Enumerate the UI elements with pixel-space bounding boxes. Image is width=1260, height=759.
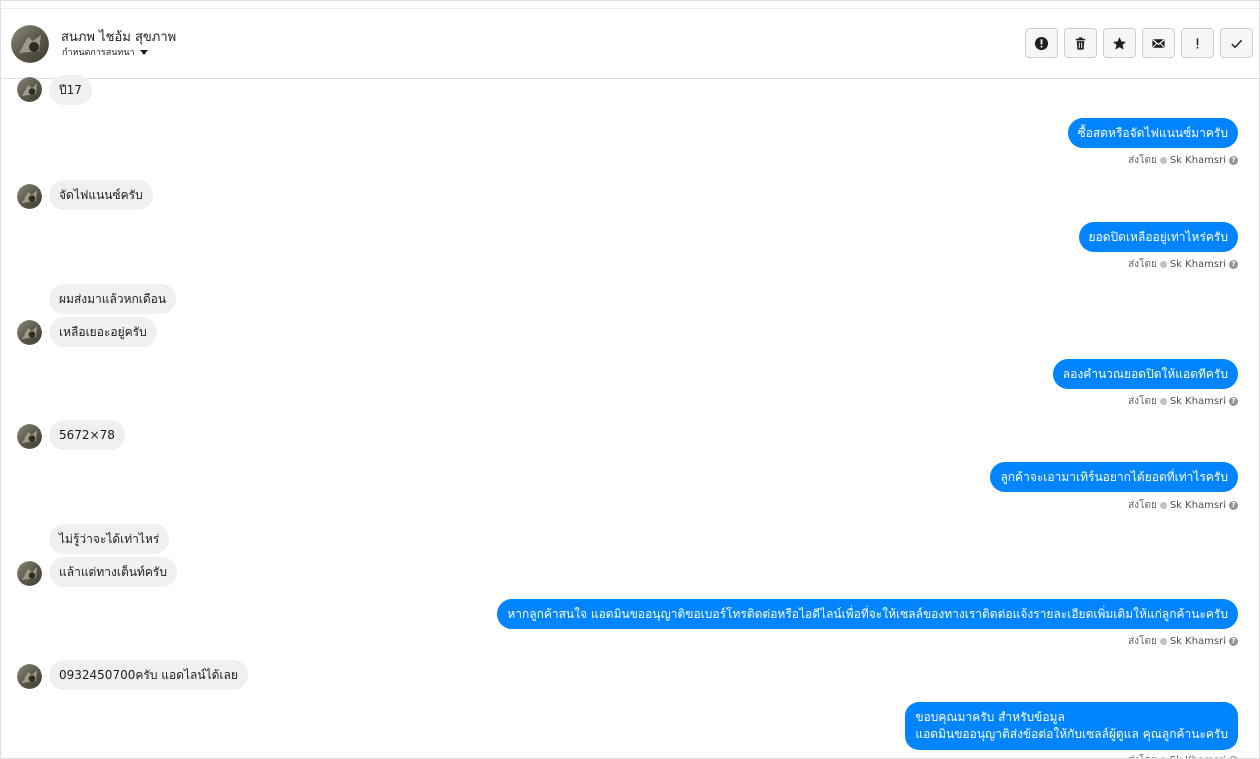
- gear-icon: [1159, 398, 1167, 405]
- mark-unread-button[interactable]: [1142, 28, 1175, 58]
- sent-by-label: ส่งโดยSk Khamsri?: [1128, 394, 1238, 409]
- sent-by-label: ส่งโดยSk Khamsri?: [1128, 498, 1238, 513]
- help-icon: ?: [1229, 156, 1238, 165]
- mark-spam-button[interactable]: [1025, 28, 1058, 58]
- contact-avatar-small: [17, 77, 42, 102]
- sent-by-label: ส่งโดยSk Khamsri?: [1128, 257, 1238, 272]
- message-line: ขอบคุณมาครับ สำหรับข้อมูล: [915, 710, 1065, 724]
- outgoing-message: ซื้อสดหรือจัดไฟแนนซ์มาครับ: [1067, 118, 1238, 148]
- message-line: แอดมินขออนุญาติส่งข้อต่อให้กับเซลล์ผู้ดู…: [915, 727, 1228, 741]
- gear-icon: [1159, 502, 1167, 509]
- sent-by-label: ส่งโดยSk Khamsri?: [1128, 753, 1238, 758]
- star-icon: [1112, 36, 1127, 50]
- check-icon: [1231, 39, 1243, 48]
- conversation-header: สนภพ ไชอ้ม สุขภาพ กำหนดการสนทนา: [1, 8, 1259, 79]
- messenger-panel: สนภพ ไชอ้ม สุขภาพ กำหนดการสนทนา ปี17 ซื้…: [0, 0, 1260, 759]
- help-icon: ?: [1229, 260, 1238, 269]
- contact-avatar-small: [17, 424, 42, 449]
- gear-icon: [1159, 638, 1167, 645]
- incoming-message: แล้าแต่ทางเต็นท์ครับ: [49, 557, 177, 587]
- contact-avatar-small: [17, 561, 42, 586]
- exclamation-icon: [1196, 37, 1199, 48]
- incoming-message: 5672×78: [49, 420, 125, 450]
- incoming-message: เหลือเยอะอยู่ครับ: [49, 317, 157, 347]
- contact-avatar-small: [17, 320, 42, 345]
- conversation-schedule-dropdown[interactable]: กำหนดการสนทนา: [62, 45, 148, 59]
- incoming-message: ปี17: [49, 75, 92, 105]
- mark-done-button[interactable]: [1220, 28, 1253, 58]
- outgoing-message: ขอบคุณมาครับ สำหรับข้อมูล แอดมินขออนุญาต…: [905, 702, 1238, 750]
- incoming-message: ผมส่งมาแล้วหกเดือน: [49, 284, 177, 314]
- outgoing-message: ลูกค้าจะเอามาเทิร์นอยากได้ยอดที่เท่าไรคร…: [990, 462, 1238, 492]
- report-icon: [1034, 36, 1049, 50]
- chevron-down-icon: [139, 50, 148, 55]
- sent-by-label: ส่งโดยSk Khamsri?: [1128, 153, 1238, 168]
- trash-icon: [1075, 36, 1086, 50]
- gear-icon: [1159, 261, 1167, 268]
- incoming-message: 0932450700ครับ แอดไลน์ได้เลย: [49, 660, 248, 690]
- follow-up-button[interactable]: [1181, 28, 1214, 58]
- outgoing-message: ลองคำนวณยอดปิดให้แอดทีครับ: [1052, 359, 1238, 389]
- contact-name[interactable]: สนภพ ไชอ้ม สุขภาพ: [61, 26, 176, 47]
- header-actions: [1025, 28, 1253, 58]
- incoming-message: ไม่รู้ว่าจะได้เท่าไหร่: [49, 524, 170, 554]
- contact-avatar-small: [17, 664, 42, 689]
- conversation-schedule-label: กำหนดการสนทนา: [62, 48, 135, 58]
- sent-by-label: ส่งโดยSk Khamsri?: [1128, 634, 1238, 649]
- contact-avatar[interactable]: [11, 25, 49, 63]
- mail-icon: [1152, 38, 1165, 48]
- contact-avatar-small: [17, 184, 42, 209]
- star-button[interactable]: [1103, 28, 1136, 58]
- message-thread: ปี17 ซื้อสดหรือจัดไฟแนนซ์มาครับ ส่งโดย Sk…: [1, 75, 1259, 758]
- help-icon: ?: [1229, 637, 1238, 646]
- delete-button[interactable]: [1064, 28, 1097, 58]
- help-icon: ?: [1229, 501, 1238, 510]
- gear-icon: [1159, 157, 1167, 164]
- help-icon: ?: [1229, 397, 1238, 406]
- incoming-message: จัดไฟแนนซ์ครับ: [49, 180, 153, 210]
- outgoing-message: ยอดปิดเหลืออยู่เท่าไหร่ครับ: [1078, 222, 1238, 252]
- outgoing-message: หากลูกค้าสนใจ แอดมินขออนุญาติขอเบอร์โทรต…: [497, 599, 1238, 629]
